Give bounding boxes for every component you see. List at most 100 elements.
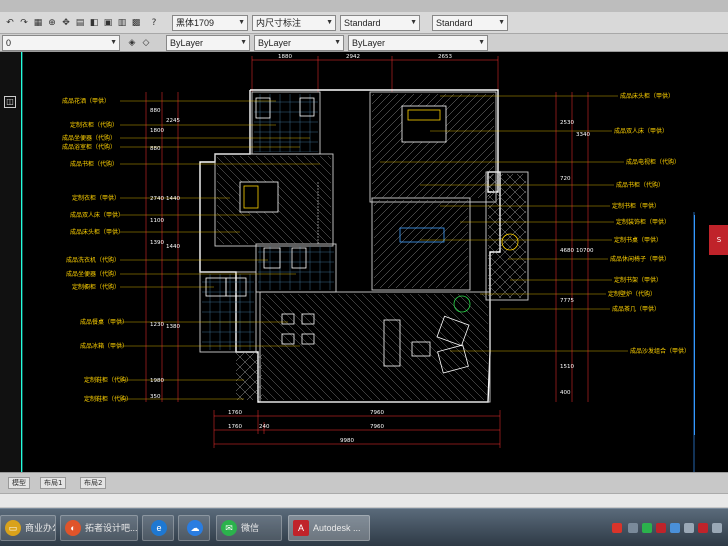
layers-toolbar: 0 ▼ ◈ ◇ ByLayer ▼ ByLayer ▼ ByLayer ▼ <box>0 34 728 52</box>
make-current-icon[interactable]: ◈ <box>126 37 138 49</box>
bottom-dim-4: 240 <box>259 424 270 430</box>
tab-model[interactable]: 模型 <box>8 477 30 489</box>
dim-style-combo[interactable]: 内尺寸标注 ▼ <box>252 15 336 31</box>
right-dim-6: 7775 <box>560 298 574 304</box>
taskbar-item-folder[interactable]: ▭ 商业办公 ... <box>0 515 56 541</box>
chevron-down-icon: ▼ <box>334 39 341 46</box>
taskbar-item-autocad[interactable]: A Autodesk ... <box>288 515 370 541</box>
linetype-combo[interactable]: ByLayer ▼ <box>254 35 344 51</box>
right-dimension-strips <box>555 92 589 402</box>
tray-icon[interactable] <box>656 523 666 533</box>
taskbar: ▭ 商业办公 ... ◐ 拓者设计吧... e ☁ ✉ 微信 A Autodes… <box>0 508 728 546</box>
layer-combo[interactable]: 0 ▼ <box>2 35 120 51</box>
color-combo[interactable]: ByLayer ▼ <box>166 35 250 51</box>
top-dim-3: 2653 <box>438 54 452 60</box>
taskbar-item-baidu-cloud[interactable]: ☁ <box>178 515 210 541</box>
right-label-9: 定制书架（甲供） <box>614 276 662 284</box>
design-center-icon[interactable]: ▣ <box>102 17 114 29</box>
left-dim-10: 1230 <box>150 322 164 328</box>
bottom-dim-3: 1760 <box>228 424 242 430</box>
right-label-4: 成品书柜（代购） <box>616 181 664 189</box>
multileader-style-value: Standard <box>436 18 473 28</box>
clock-icon[interactable] <box>712 523 722 533</box>
linetype-value: ByLayer <box>258 38 292 48</box>
taskbar-item-wechat[interactable]: ✉ 微信 <box>216 515 282 541</box>
right-dim-texts: 2530 3340 720 4680 10700 7775 1510 400 <box>560 120 594 396</box>
top-dim-1: 1880 <box>278 54 292 60</box>
drawing-canvas[interactable]: 1880 2942 2653 880 1800 2245 880 2740 14… <box>0 52 728 472</box>
left-dim-5: 2740 <box>150 196 164 202</box>
monitor-screen: ↶ ↷ ▦ ⊕ ✥ ▤ ◧ ▣ ▥ ▩ ? 黑体1709 ▼ 内尺寸标注 ▼ S… <box>0 0 728 546</box>
chevron-down-icon: ▼ <box>498 19 505 26</box>
right-dim-2: 3340 <box>576 132 590 138</box>
right-label-11: 成品茶几（甲供） <box>612 305 660 313</box>
chevron-down-icon: ▼ <box>240 39 247 46</box>
left-label-10: 成品坐便器（代购） <box>66 270 120 278</box>
left-dim-13: 350 <box>150 394 161 400</box>
right-dim-1: 2530 <box>560 120 574 126</box>
redo-icon[interactable]: ↷ <box>18 17 30 29</box>
right-label-10: 定制壁炉（代购） <box>608 290 656 298</box>
lineweight-combo[interactable]: ByLayer ▼ <box>348 35 488 51</box>
left-dim-4: 880 <box>150 146 161 152</box>
ie-icon: e <box>151 520 167 536</box>
left-label-5: 成品书柜（代购） <box>70 160 118 168</box>
text-style-combo[interactable]: 黑体1709 ▼ <box>172 15 248 31</box>
left-dim-12: 1980 <box>150 378 164 384</box>
zoom-icon[interactable]: ⊕ <box>46 17 58 29</box>
tool-palette-icon[interactable]: ▥ <box>116 17 128 29</box>
layer-value: 0 <box>6 38 12 48</box>
left-label-1: 成品花洒（甲供） <box>62 97 110 105</box>
sogou-input-icon[interactable] <box>612 523 622 533</box>
help-icon[interactable]: ? <box>148 17 160 29</box>
pan-icon[interactable]: ✥ <box>60 17 72 29</box>
tray-icon[interactable] <box>628 523 638 533</box>
cube-icon[interactable]: ◫ <box>4 96 16 108</box>
study-floor <box>374 200 468 288</box>
right-label-8: 成品休闲椅子（甲供） <box>610 255 670 263</box>
top-dimensions: 1880 2942 2653 <box>251 54 499 92</box>
right-dim-3: 720 <box>560 176 571 182</box>
tab-layout-2[interactable]: 布局2 <box>80 477 107 489</box>
left-label-14: 定制鞋柜（代购） <box>84 376 132 384</box>
layer-icon[interactable]: ◧ <box>88 17 100 29</box>
left-dim-texts: 880 1800 2245 880 2740 1440 1100 1390 14… <box>150 108 180 400</box>
calculator-icon[interactable]: ▩ <box>130 17 142 29</box>
volume-icon[interactable] <box>684 523 694 533</box>
left-label-4: 成品浴室柜（代购） <box>62 143 116 151</box>
taskbar-item-browser[interactable]: ◐ 拓者设计吧... <box>60 515 138 541</box>
title-block-logo: S <box>709 225 728 255</box>
bottom-dim-2: 7960 <box>370 410 384 416</box>
left-dim-3: 2245 <box>166 118 180 124</box>
table-style-combo[interactable]: Standard ▼ <box>340 15 420 31</box>
taskbar-item-label: 商业办公 ... <box>25 523 55 533</box>
layer-previous-icon[interactable]: ◇ <box>140 37 152 49</box>
match-icon[interactable]: ▦ <box>32 17 44 29</box>
right-label-12: 成品沙发组合（甲供） <box>630 347 690 355</box>
autocad-icon: A <box>293 520 309 536</box>
undo-icon[interactable]: ↶ <box>4 17 16 29</box>
right-label-2: 成品双人床（甲供） <box>614 127 668 135</box>
command-line[interactable] <box>0 493 728 507</box>
left-label-13: 成品冰箱（甲供） <box>80 342 128 350</box>
taskbar-item-label: 微信 <box>241 523 260 533</box>
chevron-down-icon: ▼ <box>110 39 117 46</box>
left-dim-2: 1800 <box>150 128 164 134</box>
wechat-tray-icon[interactable] <box>642 523 652 533</box>
network-icon[interactable] <box>670 523 680 533</box>
left-dim-8: 1390 <box>150 240 164 246</box>
tab-layout-1[interactable]: 布局1 <box>40 477 67 489</box>
taskbar-item-label: 拓者设计吧... <box>85 523 138 533</box>
properties-icon[interactable]: ▤ <box>74 17 86 29</box>
multileader-style-combo[interactable]: Standard ▼ <box>432 15 508 31</box>
tray-icon[interactable] <box>698 523 708 533</box>
right-label-7: 定制书桌（甲供） <box>614 236 662 244</box>
left-dim-6: 1440 <box>166 196 180 202</box>
left-label-6: 定制衣柜（甲供） <box>72 194 120 202</box>
taskbar-item-ie[interactable]: e <box>142 515 174 541</box>
right-label-6: 定制装饰柜（甲供） <box>616 218 670 226</box>
bottom-dim-1: 1760 <box>228 410 242 416</box>
left-label-8: 成品床头柜（甲供） <box>70 228 124 236</box>
balcony-floor <box>488 174 526 298</box>
chevron-down-icon: ▼ <box>238 19 245 26</box>
